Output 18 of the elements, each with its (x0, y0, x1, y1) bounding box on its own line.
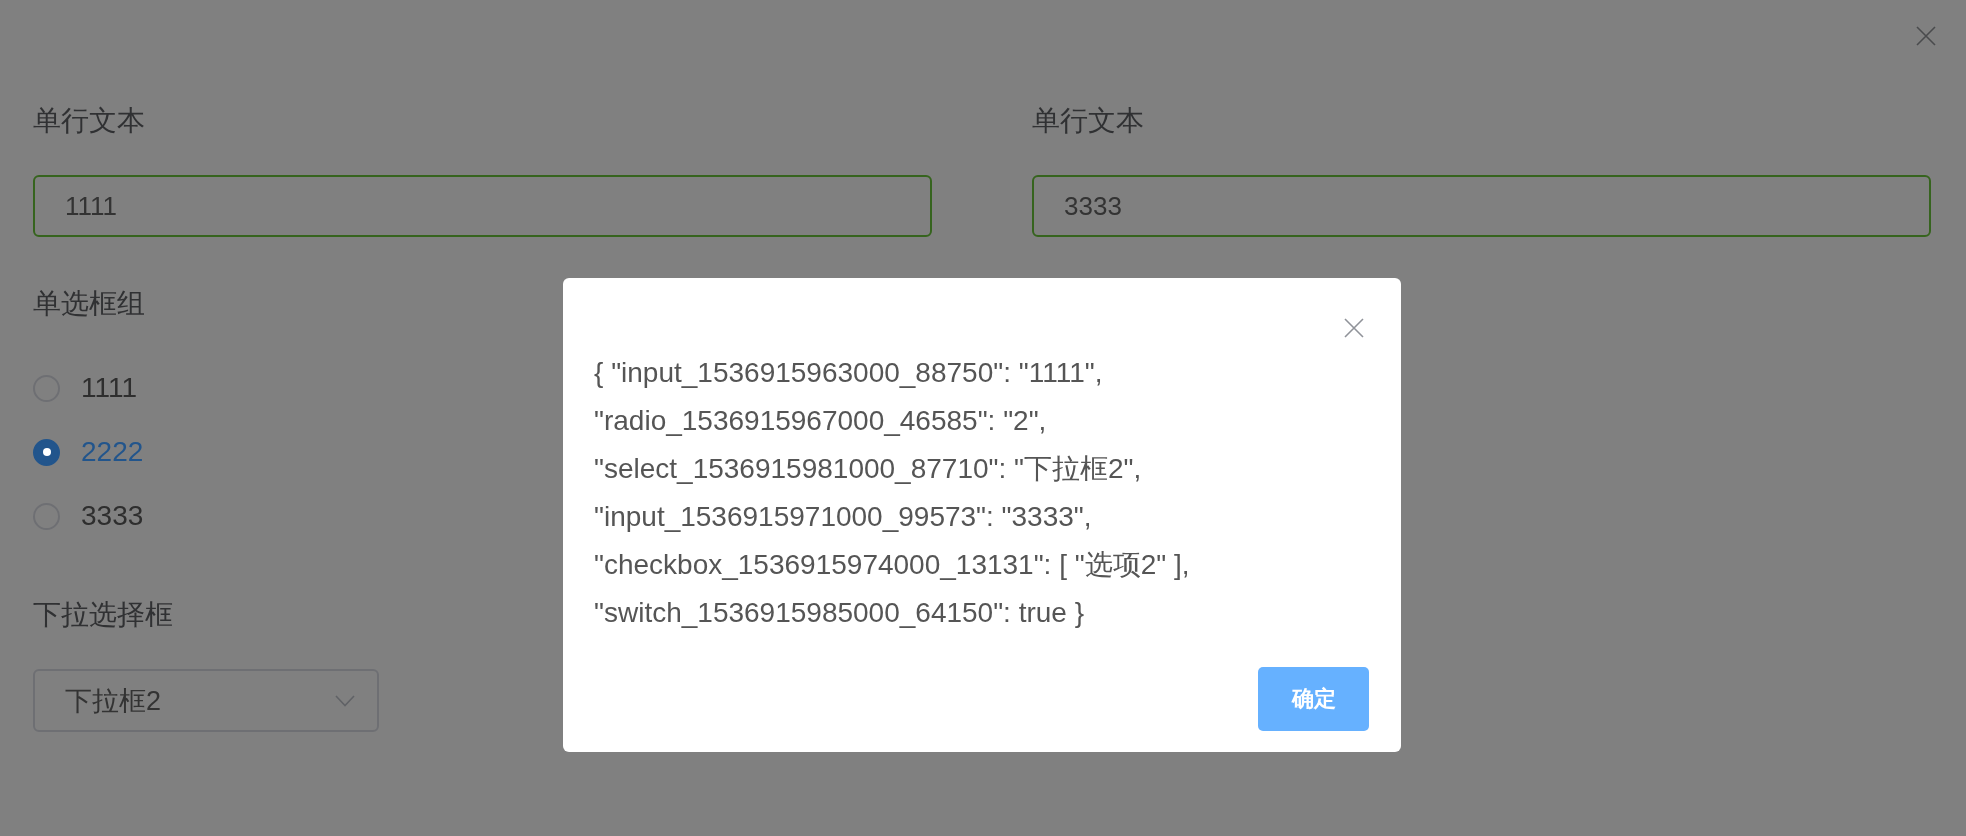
close-button[interactable] (1344, 318, 1364, 338)
radio-label: 3333 (81, 499, 144, 533)
confirm-button[interactable]: 确定 (1258, 667, 1369, 731)
radio-button[interactable] (33, 438, 60, 466)
close-icon (1344, 318, 1364, 338)
message-text: { "input_1536915963000_88750": "1111", "radio_1536915967000_46585": "2", "select_1536915981000_87710": "下拉框2", "input_1536915971000_99573": "3333", "checkbox_1536915974000_13131": [ "选项2" ], "switch_1536915985000_64150": true } (594, 356, 1190, 630)
text-input[interactable]: 3333 (1032, 175, 1931, 237)
radio-label: 2222 (81, 435, 144, 469)
dropdown-select[interactable]: 下拉框2 (33, 669, 379, 732)
close-icon (1916, 26, 1936, 46)
field-label: 单行文本 (33, 104, 145, 138)
radio-label: 1111 (81, 371, 138, 405)
field-label: 单选框组 (33, 287, 145, 321)
text-input[interactable]: 1111 (33, 175, 932, 237)
close-button[interactable] (1916, 26, 1936, 46)
field-label: 单行文本 (1032, 104, 1144, 138)
chevron-down-icon (335, 694, 355, 707)
field-label: 下拉选择框 (33, 598, 173, 632)
